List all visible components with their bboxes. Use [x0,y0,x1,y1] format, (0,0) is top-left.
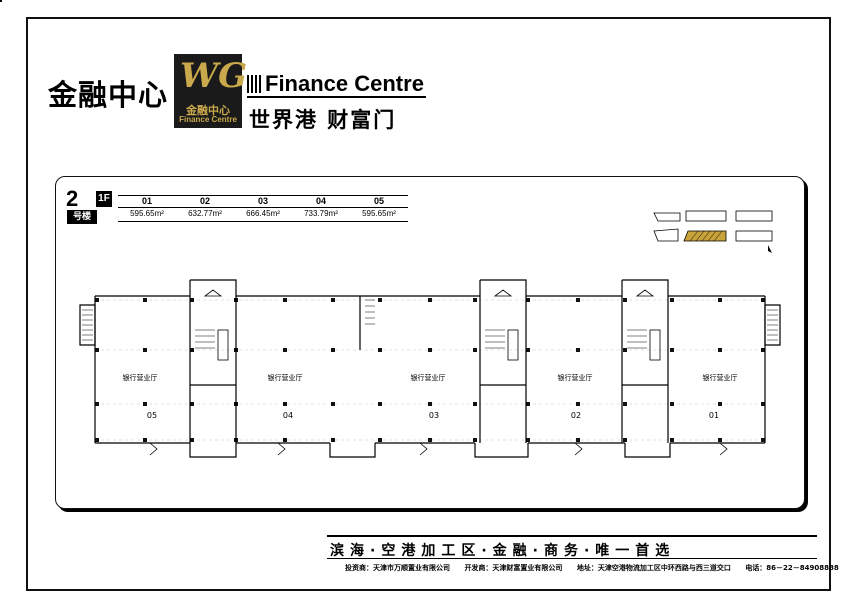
structural-column [623,438,627,442]
room-name: 银行营业厅 [411,373,446,382]
floor-plan-drawing: 银行营业厅 银行营业厅 银行营业厅 银行营业厅 银行营业厅 05 04 03 0… [79,279,781,458]
room-number: 04 [283,411,293,420]
structural-column [331,438,335,442]
structural-column [428,402,432,406]
structural-column [283,402,287,406]
structural-column [623,298,627,302]
room-number: 05 [147,411,157,420]
structural-column [473,402,477,406]
structural-column [428,438,432,442]
room-number: 03 [429,411,439,420]
footer-slogan: 滨海·空港加工区·金融·商务·唯一首选 [330,543,676,559]
structural-column [331,348,335,352]
room-number: 01 [709,411,719,420]
address-info: 地址：天津空港物流加工区中环西路与西三道交口 [576,564,731,572]
structural-column [576,298,580,302]
column-grid [95,298,765,442]
room-number: 02 [571,411,581,420]
structural-column [331,298,335,302]
footer-rule-bottom [327,558,817,559]
room-name: 银行营业厅 [703,373,738,382]
structural-column [718,402,722,406]
structural-column [283,298,287,302]
stair-treads [82,299,778,349]
footer-contact: 投资商：天津市万顺置业有限公司 开发商：天津财富置业有限公司 地址：天津空港物流… [345,563,851,573]
structural-column [718,348,722,352]
room-name: 银行营业厅 [123,373,158,382]
structural-column [143,298,147,302]
structural-column [143,348,147,352]
structural-column [331,402,335,406]
structural-column [473,298,477,302]
structural-column [670,348,674,352]
structural-column [378,348,382,352]
structural-column [623,348,627,352]
structural-column [378,438,382,442]
structural-column [718,438,722,442]
structural-column [670,402,674,406]
structural-column [718,298,722,302]
developer-info: 开发商：天津财富置业有限公司 [464,564,563,572]
structural-column [623,402,627,406]
structural-column [670,298,674,302]
room-name: 银行营业厅 [268,373,303,382]
structural-column [428,348,432,352]
structural-column [143,438,147,442]
structural-column [670,438,674,442]
room-name: 银行营业厅 [558,373,593,382]
plan-walls [79,279,781,458]
phone-info: 电话：86－22－84908888 [745,564,839,572]
structural-column [576,348,580,352]
structural-column [283,438,287,442]
structural-column [378,298,382,302]
structural-column [576,438,580,442]
structural-column [576,402,580,406]
structural-column [283,348,287,352]
structural-column [473,438,477,442]
structural-column [428,298,432,302]
footer-rule-top [327,535,817,537]
structural-column [143,402,147,406]
structural-column [378,402,382,406]
investor-info: 投资商：天津市万顺置业有限公司 [345,564,450,572]
structural-column [473,348,477,352]
